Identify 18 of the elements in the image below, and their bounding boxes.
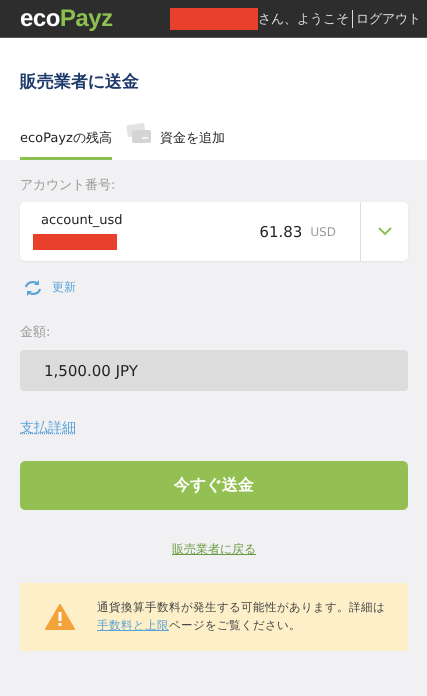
field-label: 金額: xyxy=(20,324,52,341)
currency-code: USD xyxy=(310,224,336,238)
account-name: account_usd xyxy=(40,213,123,228)
notice-text: 通貨換算手数料が発生する可能性があります。詳細は 手数料と上限ページをご覧ください。 xyxy=(97,599,385,634)
welcome-text: さん、ようこそ xyxy=(258,10,353,28)
warning-icon xyxy=(45,604,75,630)
amount-field[interactable]: 1,500.00 JPY xyxy=(20,350,408,391)
tab[interactable]: ecoPayzの残高 xyxy=(20,123,112,160)
cards-icon xyxy=(126,123,152,145)
logo[interactable]: ecoPayz xyxy=(20,4,113,32)
field-label: アカウント番号: xyxy=(20,177,116,194)
page-title: 販売業者に送金 xyxy=(20,71,140,93)
logout-link[interactable]: ログアウト xyxy=(353,10,421,28)
chevron-down-icon xyxy=(378,227,392,236)
tab[interactable]: 資金を追加 xyxy=(126,123,225,160)
account-select[interactable]: account_usd 61.83 USD xyxy=(20,202,408,261)
balance-amount: 61.83 xyxy=(259,222,302,240)
refresh-icon[interactable] xyxy=(24,280,42,296)
